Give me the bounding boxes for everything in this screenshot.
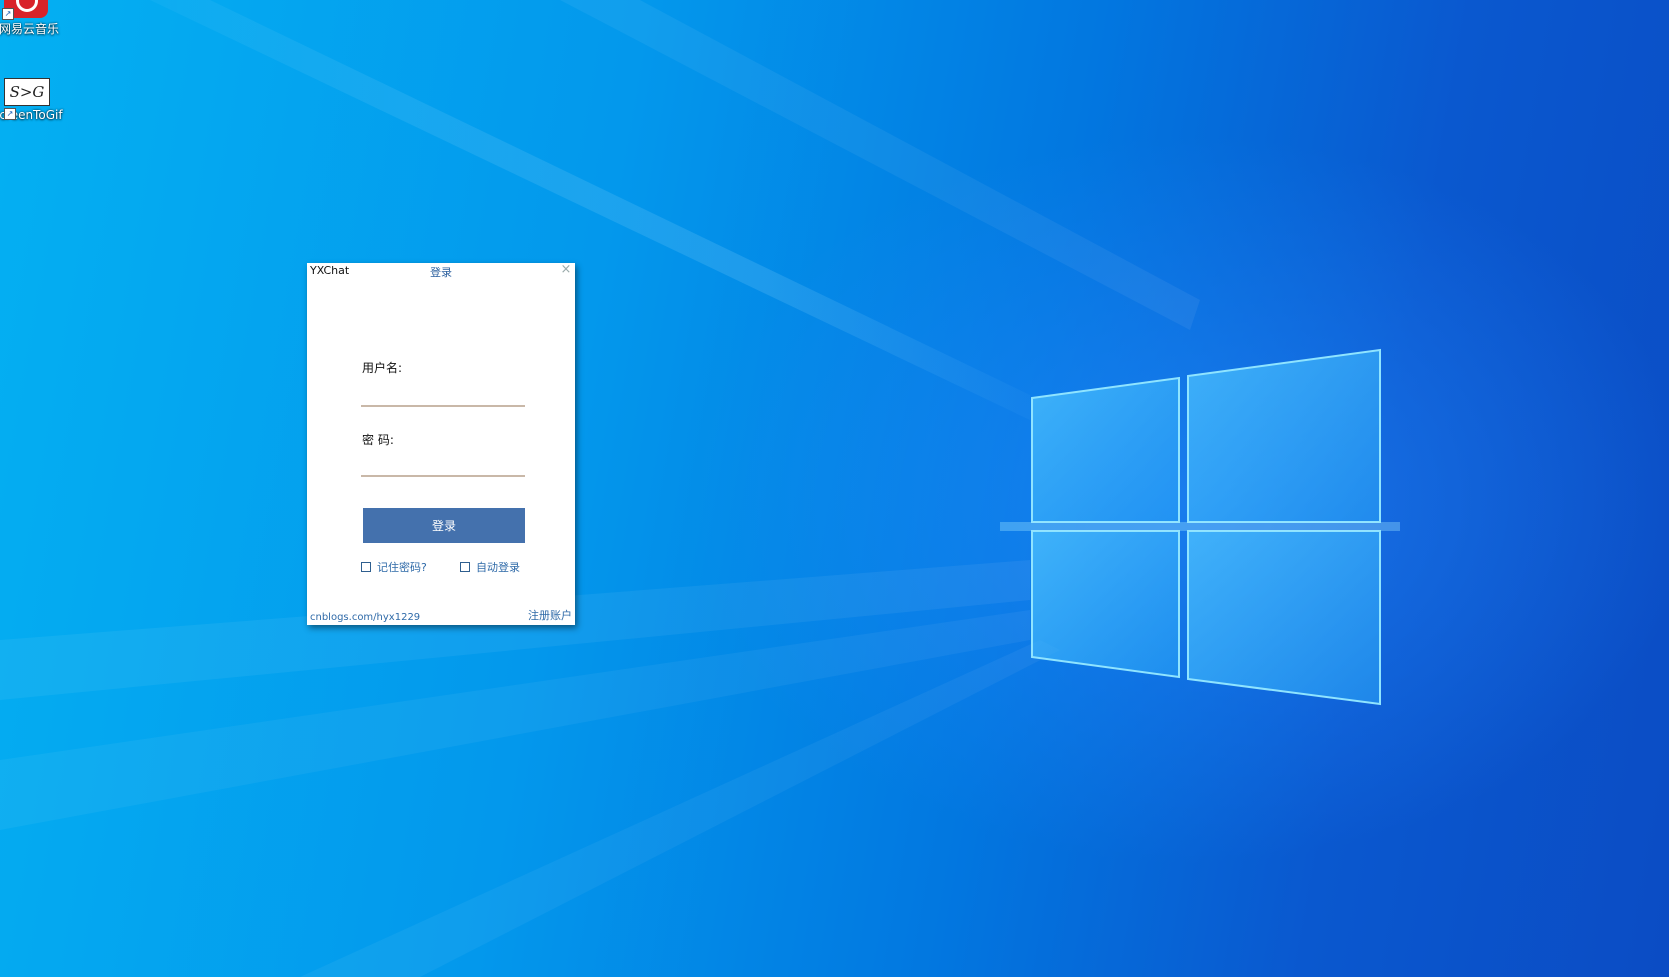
shortcut-arrow-icon: ↗ (2, 8, 14, 20)
login-button[interactable]: 登录 (363, 508, 525, 543)
auto-login-label: 自动登录 (476, 561, 520, 574)
checkbox-box[interactable] (361, 562, 371, 572)
username-label: 用户名: (362, 361, 403, 375)
close-button[interactable]: × (559, 263, 573, 277)
wallpaper-light-beams (0, 0, 1200, 977)
shortcut-arrow-icon: ↗ (4, 108, 16, 120)
desktop-background: ↗ 网易云音乐 S>G ↗ creenToGif YXChat 登录 × 用户名… (0, 0, 1669, 977)
username-input[interactable] (361, 385, 525, 407)
desktop-icon-screentogif[interactable]: S>G ↗ creenToGif (0, 78, 66, 122)
netease-music-icon: ↗ (2, 0, 48, 20)
password-input[interactable] (361, 455, 525, 477)
remember-password-checkbox[interactable]: 记住密码? (361, 559, 427, 575)
login-window: YXChat 登录 × 用户名: 密 码: 登录 记住密码? 自动登录 cnbl… (307, 263, 575, 625)
remember-password-label: 记住密码? (377, 561, 427, 574)
register-account-link[interactable]: 注册账户 (528, 607, 572, 623)
auto-login-checkbox[interactable]: 自动登录 (460, 559, 520, 575)
screentogif-icon: S>G (4, 78, 50, 106)
window-title: 登录 (430, 266, 452, 279)
checkbox-box[interactable] (460, 562, 470, 572)
password-label: 密 码: (362, 433, 394, 447)
windows-logo (1000, 348, 1400, 706)
blog-link[interactable]: cnblogs.com/hyx1229 (310, 612, 420, 623)
desktop-icon-label: 网易云音乐 (0, 22, 59, 36)
desktop-icon-netease-music[interactable]: ↗ 网易云音乐 (0, 0, 64, 37)
